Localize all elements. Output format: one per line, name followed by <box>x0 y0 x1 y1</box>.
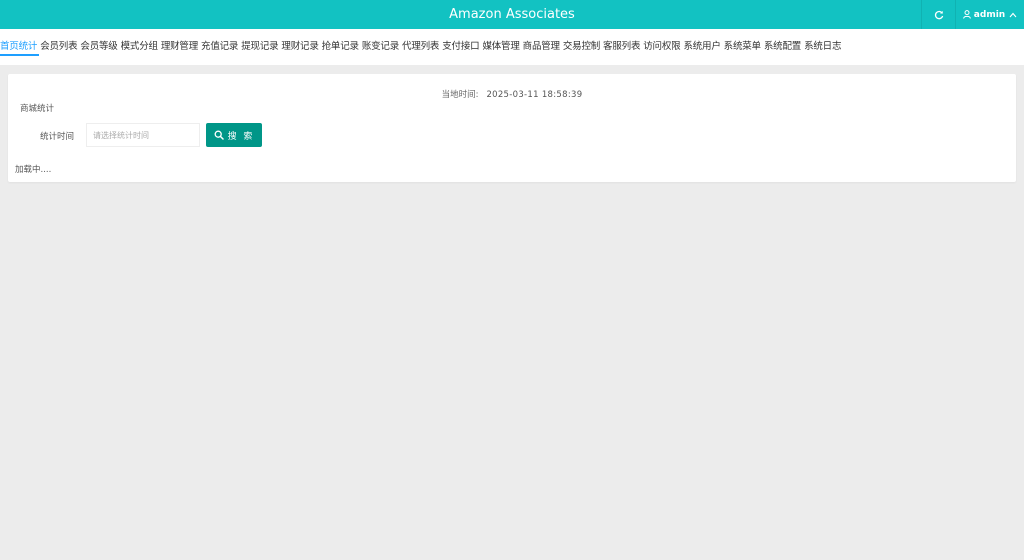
active-tab-underline <box>0 54 39 56</box>
tab-grab-order-records[interactable]: 抢单记录 <box>322 38 362 52</box>
stats-card: 当地时间: 2025-03-11 18:58:39 商城统计 统计时间 搜 索 加… <box>8 74 1016 182</box>
tab-trade-control[interactable]: 交易控制 <box>563 38 603 52</box>
search-button[interactable]: 搜 索 <box>206 123 262 147</box>
tab-finance-manage[interactable]: 理财管理 <box>161 38 201 52</box>
refresh-icon <box>934 10 943 19</box>
current-time: 当地时间: 2025-03-11 18:58:39 <box>8 88 1016 100</box>
user-menu-button[interactable]: admin <box>956 0 1024 29</box>
tab-product-manage[interactable]: 商品管理 <box>523 38 563 52</box>
current-time-value: 2025-03-11 18:58:39 <box>486 90 583 100</box>
app-title: Amazon Associates <box>449 7 575 22</box>
tab-access-permissions[interactable]: 访问权限 <box>643 38 683 52</box>
user-icon <box>962 10 971 19</box>
tab-account-change-records[interactable]: 账变记录 <box>362 38 402 52</box>
section-title: 商城统计 <box>20 104 55 114</box>
tab-recharge-records[interactable]: 充值记录 <box>201 38 241 52</box>
tab-member-list[interactable]: 会员列表 <box>40 38 80 52</box>
tab-system-menu[interactable]: 系统菜单 <box>724 38 764 52</box>
menu-tabs-bar: 首页统计 会员列表 会员等级 模式分组 理财管理 充值记录 提现记录 理财记录 … <box>0 29 1024 65</box>
tab-finance-records[interactable]: 理财记录 <box>281 38 321 52</box>
tab-media-manage[interactable]: 媒体管理 <box>482 38 522 52</box>
current-time-label: 当地时间: <box>441 90 479 100</box>
refresh-button[interactable] <box>922 0 955 29</box>
tab-system-users[interactable]: 系统用户 <box>683 38 723 52</box>
top-bar: Amazon Associates admin <box>0 0 1024 29</box>
menu-tabs: 首页统计 会员列表 会员等级 模式分组 理财管理 充值记录 提现记录 理财记录 … <box>0 38 844 52</box>
tab-system-logs[interactable]: 系统日志 <box>804 38 844 52</box>
chevron-up-icon <box>1009 12 1017 17</box>
tab-withdraw-records[interactable]: 提现记录 <box>241 38 281 52</box>
loading-text: 加载中.... <box>15 165 52 175</box>
tab-mode-group[interactable]: 模式分组 <box>121 38 161 52</box>
tab-payment-interface[interactable]: 支付接口 <box>442 38 482 52</box>
tab-system-config[interactable]: 系统配置 <box>764 38 804 52</box>
tab-support-list[interactable]: 客服列表 <box>603 38 643 52</box>
time-field-label: 统计时间 <box>40 132 75 142</box>
username: admin <box>973 9 1006 20</box>
search-icon <box>214 130 224 140</box>
stats-time-input[interactable] <box>86 123 200 147</box>
search-button-label: 搜 索 <box>227 131 255 142</box>
tab-member-level[interactable]: 会员等级 <box>80 38 120 52</box>
tab-agent-list[interactable]: 代理列表 <box>402 38 442 52</box>
tab-home-stats[interactable]: 首页统计 <box>0 38 40 52</box>
